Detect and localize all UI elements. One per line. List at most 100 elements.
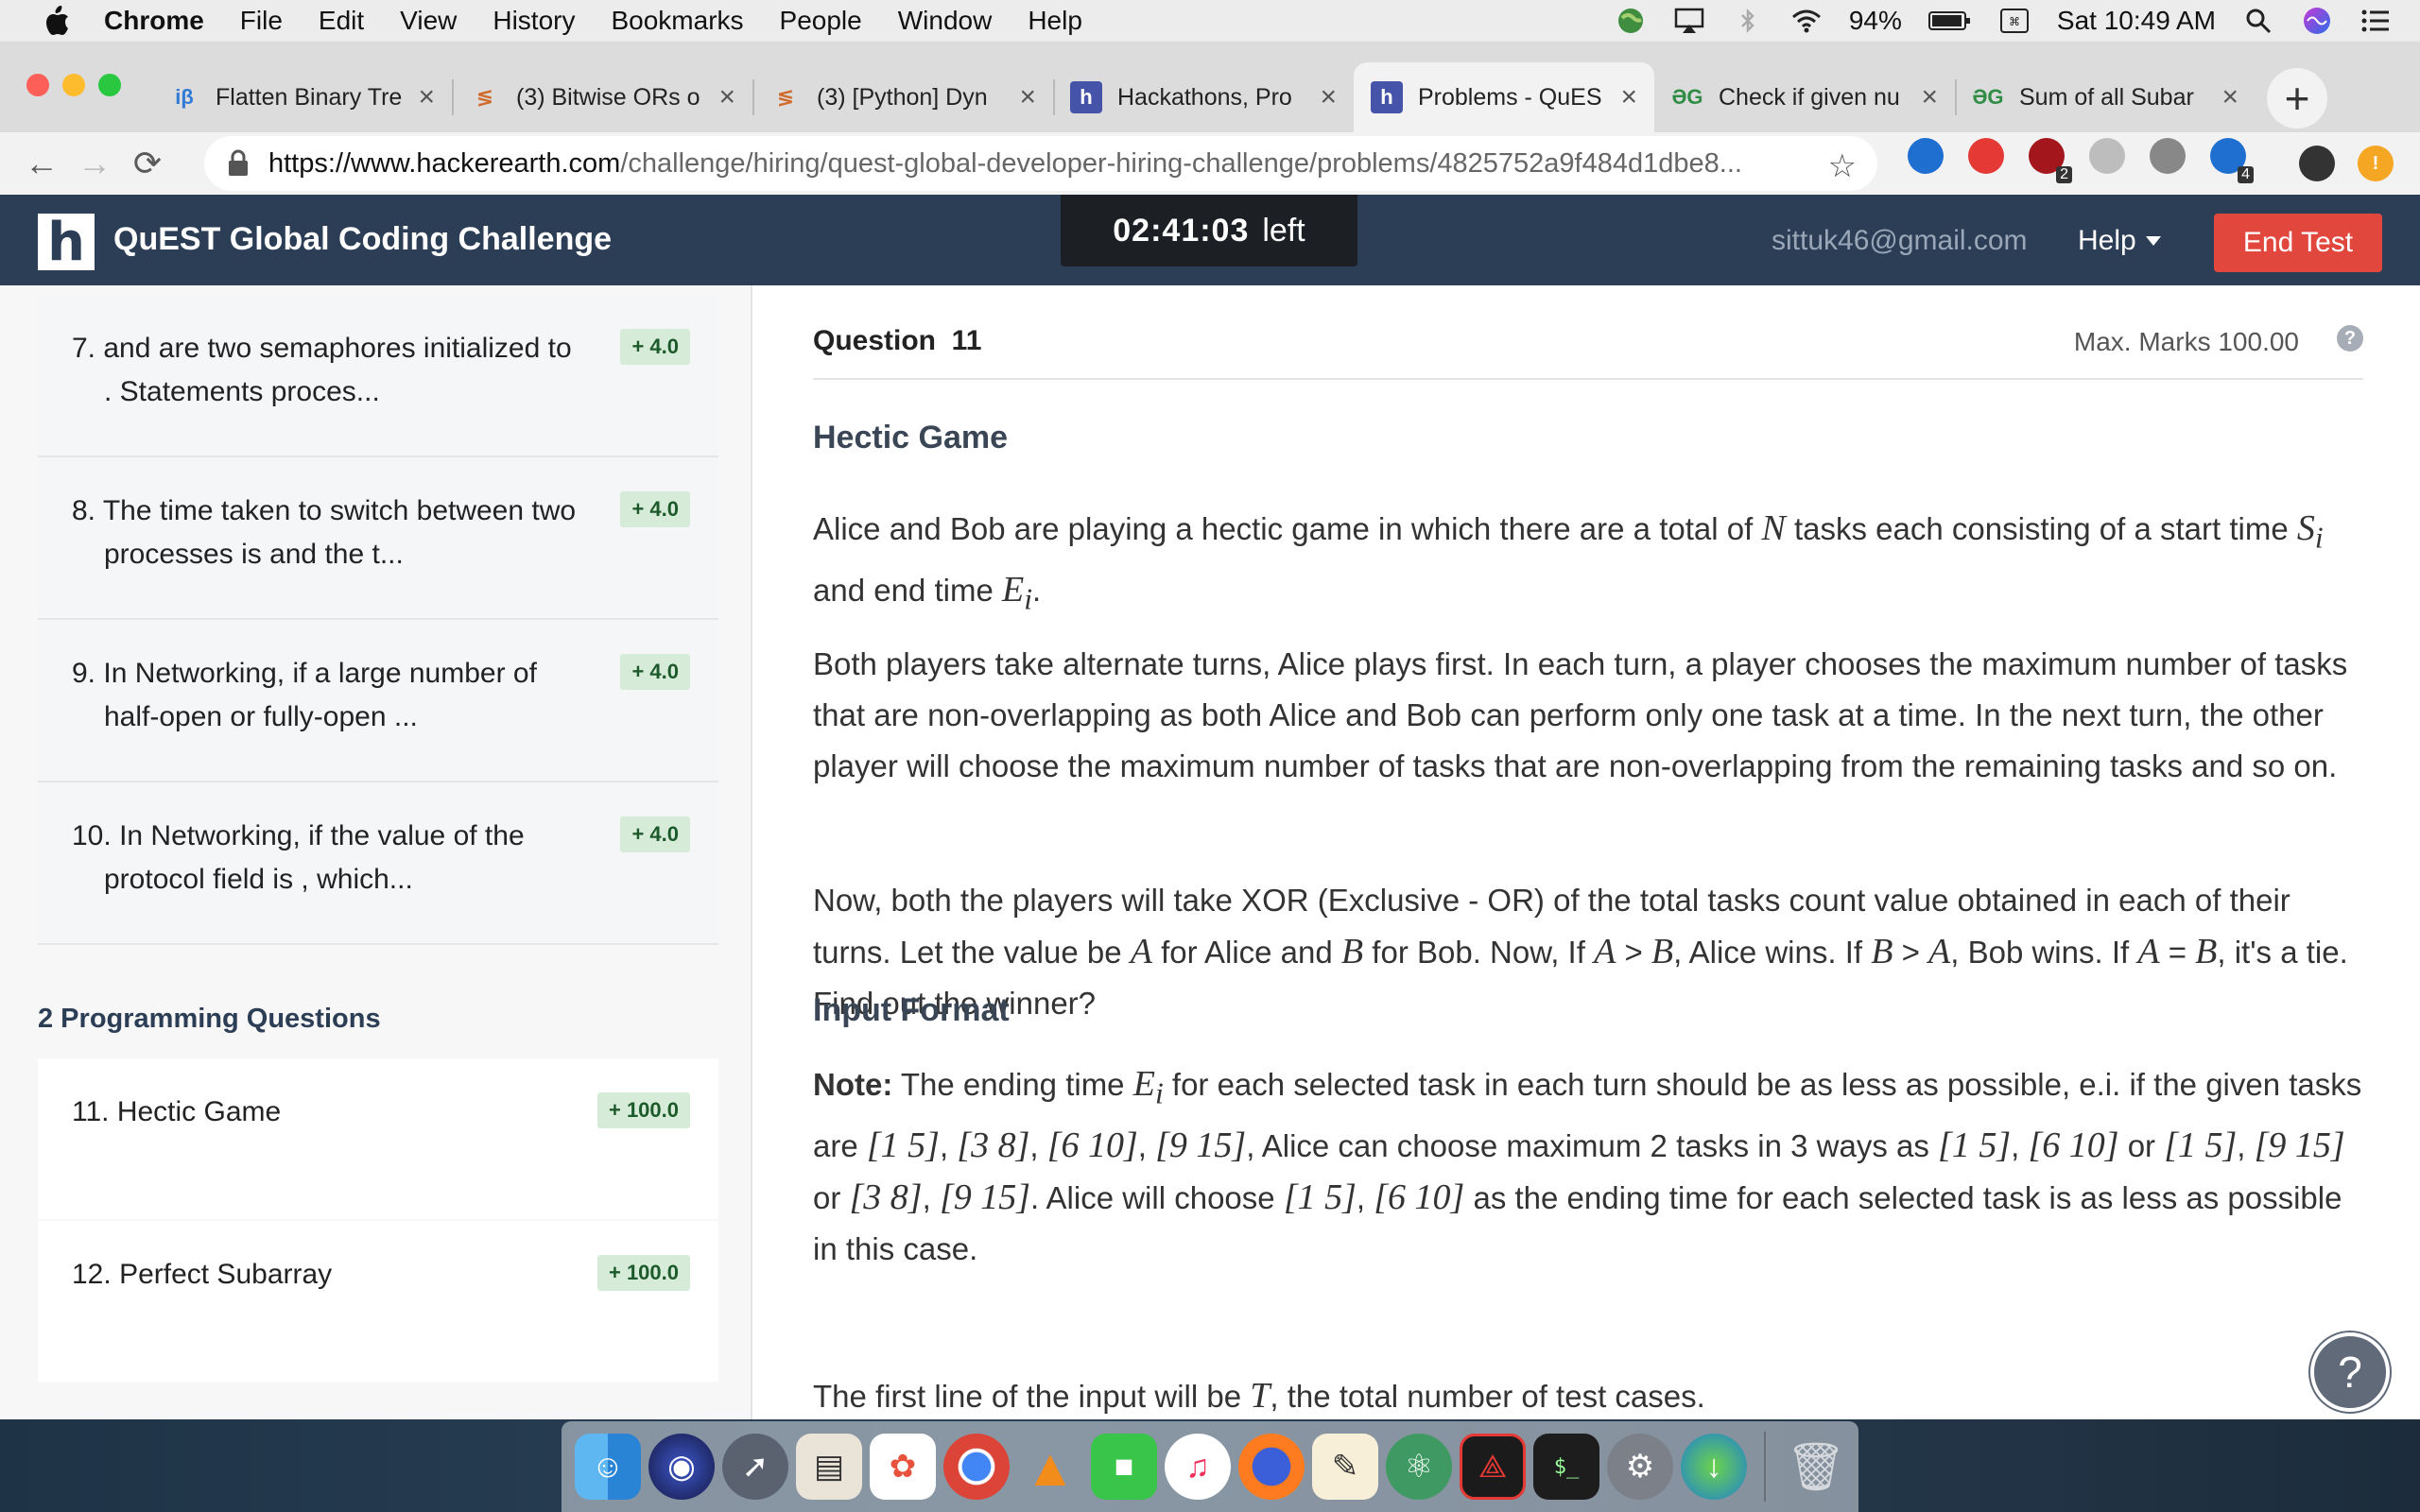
siri-icon[interactable] [2301, 5, 2333, 37]
problem-paragraph-3: Now, both the players will take XOR (Exc… [813, 883, 2348, 1021]
help-dropdown[interactable]: Help [2078, 225, 2161, 257]
apple-menu-icon[interactable] [38, 2, 76, 40]
close-window-button[interactable] [26, 74, 49, 96]
menu-bookmarks[interactable]: Bookmarks [611, 6, 743, 36]
question-summary: 7. and are two semaphores initialized to… [72, 327, 582, 414]
tab-close-icon[interactable]: × [1019, 81, 1036, 113]
ext-icon-dark[interactable] [2150, 138, 2186, 174]
browser-tab[interactable]: ≶ (3) Bitwise ORs o × [452, 62, 752, 132]
tab-title: Problems - QuES [1418, 83, 1602, 111]
tab-close-icon[interactable]: × [718, 81, 735, 113]
globe-status-icon[interactable] [1615, 5, 1647, 37]
battery-icon[interactable] [1927, 5, 1972, 37]
acrobat-icon[interactable]: ⟁ [1460, 1434, 1526, 1500]
bluetooth-icon[interactable] [1732, 5, 1764, 37]
wifi-icon[interactable] [1790, 5, 1823, 37]
menu-history[interactable]: History [493, 6, 575, 36]
photos-icon[interactable]: ✿ [870, 1434, 936, 1500]
firefox-icon[interactable] [1238, 1434, 1305, 1500]
question-summary: 12. Perfect Subarray [72, 1253, 582, 1297]
browser-tab[interactable]: ƏG Check if given nu × [1654, 62, 1955, 132]
launchpad-icon[interactable]: ➚ [722, 1434, 788, 1500]
question-card[interactable]: 10. In Networking, if the value of the p… [38, 782, 718, 945]
tab-favicon-icon: h [1070, 81, 1102, 113]
floating-help-button[interactable]: ? [2310, 1332, 2390, 1412]
question-card[interactable]: 11. Hectic Game + 100.0 [38, 1058, 718, 1219]
chrome-icon[interactable] [943, 1434, 1010, 1500]
menu-help[interactable]: Help [1028, 6, 1082, 36]
bookmark-star-icon[interactable]: ☆ [1828, 147, 1857, 185]
question-summary: 8. The time taken to switch between two … [72, 490, 582, 576]
question-card[interactable]: 12. Perfect Subarray + 100.0 [38, 1221, 718, 1382]
download-manager-icon[interactable]: ↓ [1681, 1434, 1747, 1500]
textedit-icon[interactable]: ✎ [1312, 1434, 1378, 1500]
end-test-button[interactable]: End Test [2214, 214, 2382, 272]
profile-avatar[interactable] [2299, 146, 2335, 181]
browser-tab[interactable]: h Problems - QuES × [1354, 62, 1654, 132]
tab-close-icon[interactable]: × [2221, 81, 2238, 113]
back-arrow-icon[interactable]: ← [15, 137, 68, 190]
tab-title: (3) Bitwise ORs o [516, 83, 700, 111]
url-host: https://www.hackerearth.com [268, 147, 621, 179]
question-summary-text: In Networking, if a large number of half… [103, 658, 537, 732]
zoom-window-button[interactable] [98, 74, 121, 96]
extension-icons: 24 [1908, 138, 2254, 183]
new-tab-button[interactable]: + [2267, 68, 2327, 129]
preview-icon[interactable]: ▤ [796, 1434, 862, 1500]
problem-paragraph-2: Both players take alternate turns, Alice… [813, 646, 2348, 783]
diamond-ext-icon[interactable] [1908, 138, 1944, 174]
tab-title: Flatten Binary Tre [216, 83, 403, 111]
trash-icon[interactable]: 🗑 [1783, 1434, 1849, 1500]
question-index: 12. [72, 1259, 112, 1290]
tab-title: Check if given nu [1719, 83, 1900, 111]
address-bar[interactable]: https://www.hackerearth.com /challenge/h… [204, 136, 1877, 191]
hackerearth-logo[interactable]: h [38, 212, 95, 273]
tab-close-icon[interactable]: × [418, 81, 435, 113]
menu-view[interactable]: View [400, 6, 457, 36]
system-preferences-icon[interactable]: ⚙ [1607, 1434, 1673, 1500]
challenge-title: QuEST Global Coding Challenge [113, 221, 613, 257]
ublock-ext-icon[interactable]: 2 [2029, 138, 2072, 183]
tab-close-icon[interactable]: × [1620, 81, 1637, 113]
browser-tab[interactable]: h Hackathons, Pro × [1053, 62, 1354, 132]
menu-people[interactable]: People [780, 6, 862, 36]
question-card[interactable]: 8. The time taken to switch between two … [38, 457, 718, 620]
airplay-icon[interactable] [1673, 5, 1705, 37]
browser-tab[interactable]: iβ Flatten Binary Tre × [151, 62, 452, 132]
ext-icon-grey[interactable] [2089, 138, 2125, 174]
browser-tab[interactable]: ≶ (3) [Python] Dyn × [752, 62, 1053, 132]
vlc-icon[interactable]: ▲ [1017, 1434, 1083, 1500]
red-flag-ext-icon[interactable] [1968, 138, 2004, 174]
keyboard-shortcut-icon[interactable]: ⌘ [1998, 5, 2031, 37]
question-summary: 11. Hectic Game [72, 1091, 582, 1134]
question-index: 10. [72, 820, 112, 851]
siri-dock-icon[interactable]: ◉ [648, 1434, 715, 1500]
reload-icon[interactable]: ⟳ [121, 137, 174, 190]
itunes-icon[interactable]: ♫ [1165, 1434, 1231, 1500]
browser-tab-strip: iβ Flatten Binary Tre × ≶ (3) Bitwise ORs o ×… [0, 42, 2420, 132]
question-summary: 10. In Networking, if the value of the p… [72, 815, 582, 902]
problem-title: Hectic Game [813, 420, 1008, 455]
menu-window[interactable]: Window [898, 6, 993, 36]
minimize-window-button[interactable] [62, 74, 85, 96]
menu-file[interactable]: File [240, 6, 283, 36]
forward-arrow-icon[interactable]: → [68, 137, 121, 190]
browser-tab[interactable]: ƏG Sum of all Subar × [1955, 62, 2256, 132]
help-icon[interactable]: ? [2337, 325, 2363, 352]
spotlight-search-icon[interactable] [2242, 5, 2274, 37]
max-marks: Max. Marks 100.00 [2073, 327, 2299, 356]
tab-close-icon[interactable]: × [1320, 81, 1337, 113]
question-card[interactable]: 9. In Networking, if a large number of h… [38, 620, 718, 782]
terminal-icon[interactable]: $_ [1533, 1434, 1599, 1500]
facetime-icon[interactable]: ■ [1091, 1434, 1157, 1500]
question-card[interactable]: 7. and are two semaphores initialized to… [38, 295, 718, 457]
finder-icon[interactable]: ☺ [575, 1434, 641, 1500]
menu-edit[interactable]: Edit [319, 6, 364, 36]
ext-icon-blue[interactable]: 4 [2210, 138, 2254, 183]
atom-icon[interactable]: ⚛ [1386, 1434, 1452, 1500]
menu-app-name[interactable]: Chrome [104, 6, 204, 36]
menubar-clock[interactable]: Sat 10:49 AM [2057, 6, 2216, 36]
chrome-update-icon[interactable]: ! [2358, 146, 2394, 181]
tab-close-icon[interactable]: × [1921, 81, 1938, 113]
notification-center-icon[interactable] [2360, 5, 2392, 37]
